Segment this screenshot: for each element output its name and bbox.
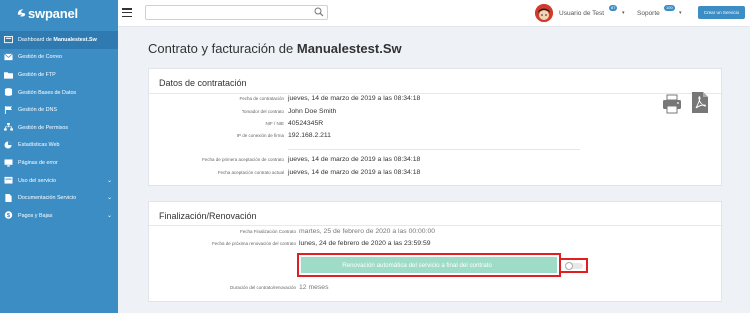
brand-logo[interactable]: swpanel [0, 0, 118, 27]
toggle-knob [565, 262, 573, 270]
auto-renewal-toggle-highlight [559, 258, 588, 273]
sidebar: swpanel Dashboard de Manualestest.Sw Ges… [0, 0, 118, 313]
contract-data-panel: Datos de contratación Fecha de contratac… [148, 68, 723, 186]
sidebar-nav: Dashboard de Manualestest.Sw Gestión de … [0, 31, 118, 225]
panel-title: Finalización/Renovación [159, 211, 257, 221]
sidebar-item-service-usage[interactable]: Uso del servicio ⌄ [0, 172, 118, 190]
flag-icon [4, 105, 13, 114]
user-avatar-icon [535, 4, 553, 22]
sidebar-item-dns[interactable]: Gestión de DNS [0, 101, 118, 119]
sidebar-item-label: Uso del servicio [18, 177, 57, 184]
document-icon [5, 193, 12, 202]
sidebar-item-label: Páginas de error [18, 159, 58, 166]
contract-row: Fecha aceptación contrato actual jueves,… [149, 169, 723, 179]
avatar[interactable] [535, 4, 553, 22]
page-title: Contrato y facturación de Manualestest.S… [148, 41, 402, 56]
panel-title: Datos de contratación [159, 78, 247, 88]
sitemap-icon [4, 123, 13, 132]
mail-icon [4, 53, 13, 61]
chevron-down-icon: ⌄ [106, 177, 112, 184]
auto-renewal-toggle[interactable] [565, 262, 583, 270]
folder-icon [4, 71, 13, 79]
user-notification-badge: 87 [609, 5, 618, 11]
contract-row: Tomador del contrato John Doe Smith [149, 108, 723, 118]
calendar-icon [4, 177, 13, 184]
field-value: jueves, 14 de marzo de 2019 a las 08:34:… [288, 95, 421, 102]
sidebar-item-dashboard[interactable]: Dashboard de Manualestest.Sw [0, 31, 118, 49]
sidebar-item-label: Gestión de FTP [18, 71, 56, 78]
sidebar-item-label: Gestión de Correo [18, 54, 63, 61]
printer-icon[interactable] [662, 94, 682, 114]
auto-renewal-banner: Renovación automática del servicio a fin… [301, 257, 588, 273]
sidebar-item-ftp[interactable]: Gestión de FTP [0, 66, 118, 84]
sidebar-item-label: Documentación Servicio [18, 195, 77, 202]
sidebar-item-permissions[interactable]: Gestión de Permisos [0, 119, 118, 137]
field-label: Fecha de contratación [239, 96, 284, 101]
caret-down-icon[interactable]: ▾ [622, 10, 625, 16]
field-label: Fecha Finalización Contrato [239, 229, 296, 234]
panel-divider [149, 93, 723, 94]
swpanel-logo-icon [17, 9, 26, 17]
field-label: NIF / NIE [265, 121, 284, 126]
sidebar-item-label: Dashboard de Manualestest.Sw [18, 36, 97, 43]
pdf-icon[interactable] [692, 92, 708, 113]
sidebar-item-mail[interactable]: Gestión de Correo [0, 49, 118, 67]
field-value: jueves, 14 de marzo de 2019 a las 08:34:… [288, 169, 421, 176]
field-label: Duración del contrato/renovación [229, 285, 296, 290]
chart-icon [4, 141, 12, 149]
section-divider [288, 149, 580, 150]
menu-toggle-icon[interactable] [122, 8, 132, 18]
sidebar-item-label: Estadísticas Web [18, 142, 60, 149]
contract-row: NIF / NIE 40524345R [149, 120, 723, 130]
sidebar-item-documentation[interactable]: Documentación Servicio ⌄ [0, 189, 118, 207]
field-value: John Doe Smith [288, 108, 337, 115]
sidebar-item-label: Gestión de DNS [18, 107, 57, 114]
field-value: 192.168.2.211 [288, 132, 331, 139]
contract-row: IP de conexión de firma 192.168.2.211 [149, 132, 723, 142]
contract-row: Fecha de contratación jueves, 14 de marz… [149, 95, 723, 105]
dashboard-icon [4, 35, 13, 43]
field-label: Tomador del contrato [241, 109, 284, 114]
search-input[interactable] [145, 5, 328, 20]
panel-divider [149, 225, 723, 226]
auto-renewal-box: Renovación automática del servicio a fin… [297, 253, 588, 277]
sidebar-item-error-pages[interactable]: Páginas de error [0, 154, 118, 172]
field-label: IP de conexión de firma [236, 133, 284, 138]
caret-down-icon[interactable]: ▾ [679, 10, 682, 16]
renewal-row: Fecha de próxima renovación del contrato… [149, 240, 723, 250]
user-menu-label[interactable]: Usuario de Test [559, 10, 604, 17]
search-icon[interactable] [314, 7, 324, 17]
create-service-button[interactable]: Crear un Servicio [698, 6, 745, 19]
sidebar-item-payments[interactable]: $ Pagos y Bajas ⌄ [0, 207, 118, 225]
field-value: 12 meses [299, 284, 329, 291]
renewal-panel: Finalización/Renovación Fecha Finalizaci… [148, 201, 723, 302]
dollar-icon: $ [4, 211, 13, 219]
renewal-row: Fecha Finalización Contrato martes, 25 d… [149, 228, 723, 238]
monitor-icon [4, 159, 13, 167]
support-notification-badge: 100 [664, 5, 675, 11]
auto-renewal-label: Renovación automática del servicio a fin… [342, 262, 492, 269]
sidebar-item-databases[interactable]: Gestión Bases de Datos [0, 84, 118, 102]
support-menu-label[interactable]: Soporte [637, 10, 660, 17]
chevron-down-icon: ⌄ [106, 195, 112, 202]
brand-name: swpanel [28, 6, 78, 21]
field-value: lunes, 24 de febrero de 2020 a las 23:59… [299, 240, 431, 247]
chevron-down-icon: ⌄ [106, 212, 112, 219]
sidebar-item-stats[interactable]: Estadísticas Web [0, 137, 118, 155]
sidebar-item-label: Gestión de Permisos [18, 124, 69, 131]
field-value: martes, 25 de febrero de 2020 a las 00:0… [299, 228, 436, 235]
field-label: Fecha aceptación contrato actual [217, 170, 284, 175]
contract-row: Fecha de primera aceptación de contrato … [149, 156, 723, 166]
field-value: jueves, 14 de marzo de 2019 a las 08:34:… [288, 156, 421, 163]
top-bar: Usuario de Test 87 ▾ Soporte 100 ▾ Crear… [118, 0, 750, 27]
database-icon [4, 88, 13, 97]
sidebar-item-label: Pagos y Bajas [18, 212, 53, 219]
renewal-row: Duración del contrato/renovación 12 mese… [149, 284, 723, 294]
field-label: Fecha de próxima renovación del contrato [211, 241, 296, 246]
field-label: Fecha de primera aceptación de contrato [201, 157, 284, 162]
sidebar-item-label: Gestión Bases de Datos [18, 89, 77, 96]
field-value: 40524345R [288, 120, 324, 127]
